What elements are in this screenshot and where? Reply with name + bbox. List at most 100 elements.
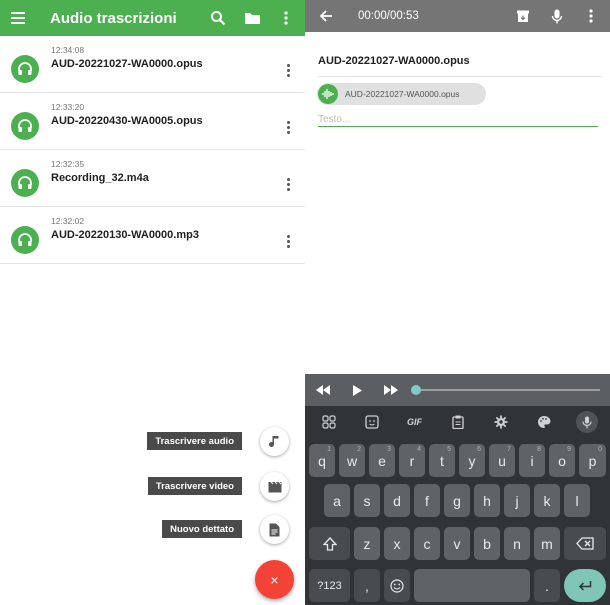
audio-list-screen: Audio trascrizioni 12:34:08 AUD-20221027… [0,0,305,605]
key-k[interactable]: k [534,484,560,517]
shift-key[interactable] [309,527,350,560]
folder-icon[interactable] [241,7,263,29]
key-l[interactable]: l [564,484,590,517]
key-o[interactable]: o9 [549,444,575,477]
recording-item[interactable]: 12:32:35 Recording_32.m4a [0,150,305,207]
key-t[interactable]: t5 [429,444,455,477]
recording-time: 12:34:08 [51,45,85,55]
headphones-icon [11,112,39,140]
menu-icon[interactable] [11,7,33,29]
audio-attachment-chip[interactable]: AUD-20221027-WA0000.opus [317,83,486,105]
recording-name: AUD-20220130-WA0000.mp3 [51,229,199,241]
rewind-icon[interactable] [314,381,332,399]
key-p[interactable]: p0 [579,444,606,477]
document-icon [269,523,280,536]
player-time: 00:00/00:53 [358,10,419,22]
recording-name: AUD-20220430-WA0005.opus [51,115,203,127]
app-bar: Audio trascrizioni [0,0,305,36]
gif-button[interactable]: GIF [404,411,426,433]
movie-icon [268,481,281,492]
key-w[interactable]: w2 [339,444,365,477]
key-f[interactable]: f [414,484,440,517]
palette-icon[interactable] [533,411,555,433]
divider [318,76,602,77]
more-vert-icon[interactable] [281,63,295,77]
key-b[interactable]: b [474,527,500,560]
emoji-key[interactable] [384,569,410,602]
space-bar[interactable] [414,569,530,602]
new-dictation-button[interactable] [260,515,289,544]
key-h[interactable]: h [474,484,500,517]
transcribe-video-button[interactable] [260,472,289,501]
key-a[interactable]: a [324,484,350,517]
enter-key[interactable] [564,569,606,602]
apps-grid-icon[interactable] [318,411,340,433]
symbols-key[interactable]: ?123 [309,569,350,602]
sticker-icon[interactable] [361,411,383,433]
back-arrow-icon[interactable] [315,5,337,27]
play-icon[interactable] [348,381,366,399]
transcribe-video-label[interactable]: Trascrivere video [147,477,242,495]
key-q[interactable]: q1 [309,444,335,477]
key-e[interactable]: e3 [369,444,395,477]
recording-name: Recording_32.m4a [51,172,149,184]
key-x[interactable]: x [384,527,410,560]
key-r[interactable]: r4 [399,444,425,477]
key-g[interactable]: g [444,484,470,517]
fast-forward-icon[interactable] [382,381,400,399]
headphones-icon [11,226,39,254]
recording-item[interactable]: 12:32:02 AUD-20220130-WA0000.mp3 [0,207,305,264]
key-y[interactable]: y6 [459,444,485,477]
document-title: AUD-20221027-WA0000.opus [318,55,470,67]
recordings-list: 12:34:08 AUD-20221027-WA0000.opus 12:33:… [0,36,305,264]
screenshot: Audio trascrizioni 12:34:08 AUD-20221027… [0,0,610,605]
recording-item[interactable]: 12:34:08 AUD-20221027-WA0000.opus [0,36,305,93]
settings-gear-icon[interactable] [490,411,512,433]
more-vert-icon[interactable] [281,177,295,191]
shift-icon [322,536,337,551]
transcribe-audio-button[interactable] [260,427,289,456]
backspace-key[interactable] [564,527,606,560]
emoji-icon [390,578,404,593]
key-s[interactable]: s [354,484,380,517]
headphones-icon [11,169,39,197]
overflow-menu-icon[interactable] [275,7,297,29]
playback-seekbar[interactable] [411,385,600,395]
transcribe-audio-label[interactable]: Trascrivere audio [147,432,242,450]
microphone-icon[interactable] [546,5,568,27]
seekbar-thumb[interactable] [411,385,421,395]
key-v[interactable]: v [444,527,470,560]
clipboard-icon[interactable] [447,411,469,433]
period-key[interactable]: . [534,569,560,602]
transcription-text-field[interactable] [318,113,598,127]
close-icon: × [270,571,279,588]
key-row-2: a s d f g h j k l [305,484,610,518]
key-z[interactable]: z [354,527,380,560]
overflow-menu-icon[interactable] [580,5,602,27]
key-n[interactable]: n [504,527,530,560]
key-i[interactable]: i8 [519,444,545,477]
voice-input-mic-icon[interactable] [575,411,598,433]
key-m[interactable]: m [534,527,560,560]
comma-key[interactable]: , [354,569,380,602]
archive-icon[interactable] [512,5,534,27]
recording-item[interactable]: 12:33:20 AUD-20220430-WA0005.opus [0,93,305,150]
recording-name: AUD-20221027-WA0000.opus [51,58,203,70]
keyboard-toolbar: GIF [305,406,610,438]
transcription-screen: 00:00/00:53 AUD-20221027-WA0000.opus AUD… [305,0,610,605]
player-bar: 00:00/00:53 [305,0,610,32]
recording-time: 12:32:35 [51,159,85,169]
audio-player-strip [305,374,610,406]
more-vert-icon[interactable] [281,234,295,248]
key-u[interactable]: u7 [489,444,515,477]
search-icon[interactable] [207,7,229,29]
new-dictation-label[interactable]: Nuovo dettato [162,520,242,538]
key-d[interactable]: d [384,484,410,517]
more-vert-icon[interactable] [281,120,295,134]
close-fab-button[interactable]: × [255,560,294,599]
waveform-icon [318,84,338,104]
key-c[interactable]: c [414,527,440,560]
key-j[interactable]: j [504,484,530,517]
key-row-4: ?123 , . [305,569,610,603]
headphones-icon [11,55,39,83]
